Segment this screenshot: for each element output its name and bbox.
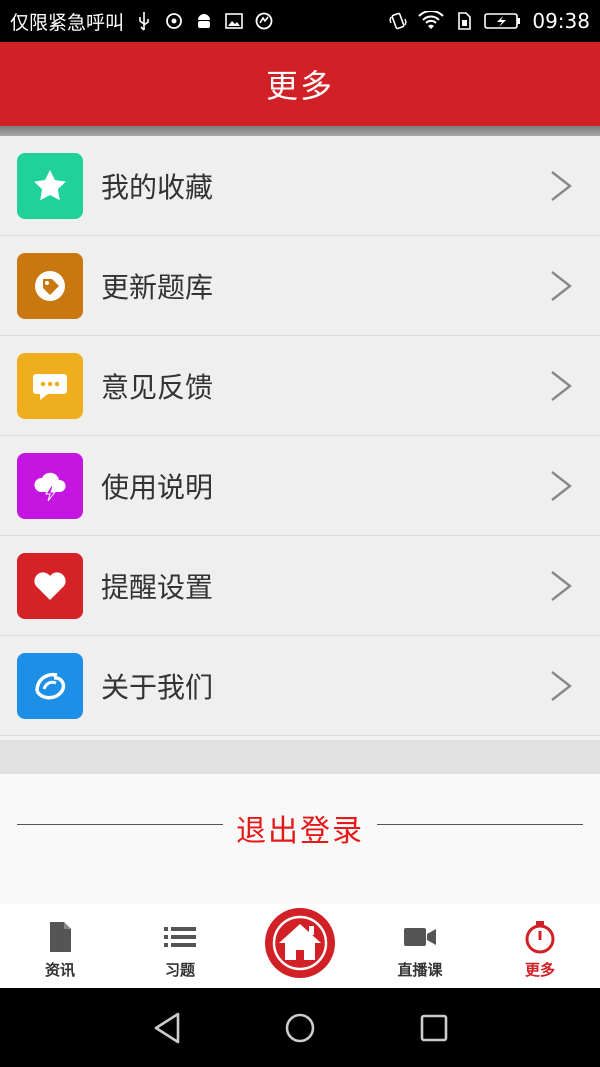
tab-exercises[interactable]: 习题	[120, 904, 240, 988]
chevron-right-icon	[551, 271, 572, 301]
carrier-text: 仅限紧急呼叫	[10, 11, 125, 34]
tab-label: 习题	[164, 961, 195, 979]
menu-item-label: 我的收藏	[101, 170, 214, 204]
menu-item-label: 意见反馈	[101, 370, 214, 404]
page-title: 更多	[265, 67, 334, 105]
menu-item-update-question-bank[interactable]: 更新题库	[0, 236, 600, 336]
battery-charging-icon	[484, 11, 522, 31]
section-divider	[0, 740, 600, 774]
home-button[interactable]	[265, 908, 335, 978]
video-camera-icon	[404, 928, 436, 946]
chevron-right-icon	[551, 371, 572, 401]
usb-icon	[134, 11, 154, 31]
sim-icon	[454, 11, 474, 31]
tab-label: 直播课	[397, 961, 443, 979]
menu-item-feedback[interactable]: 意见反馈	[0, 336, 600, 436]
android-icon	[194, 11, 214, 31]
tab-live-courses[interactable]: 直播课	[360, 904, 480, 988]
logout-button[interactable]: 退出登录	[0, 806, 600, 850]
stopwatch-icon	[525, 921, 555, 954]
menu-item-favorites[interactable]: 我的收藏	[0, 136, 600, 236]
logout-area: 退出登录	[0, 774, 600, 904]
menu-item-reminder-settings[interactable]: 提醒设置	[0, 536, 600, 636]
wifi-icon	[418, 11, 445, 31]
tab-label: 资讯	[44, 961, 75, 979]
app-header: 更多	[0, 42, 600, 126]
status-bar: 仅限紧急呼叫 09:38	[0, 0, 600, 42]
recents-icon[interactable]	[416, 1010, 452, 1046]
home-circle-icon[interactable]	[282, 1010, 318, 1046]
document-icon	[50, 922, 71, 952]
list-icon	[164, 927, 196, 947]
cloud-bolt-icon	[17, 452, 83, 519]
menu-item-label: 使用说明	[101, 470, 214, 504]
menu-item-label: 提醒设置	[101, 570, 214, 604]
image-icon	[224, 11, 244, 31]
back-icon[interactable]	[150, 1010, 186, 1046]
menu-item-about-us[interactable]: 关于我们	[0, 636, 600, 736]
tag-icon	[17, 252, 83, 319]
menu-list: 我的收藏 更新题库 意见反馈 使用说明 提醒设置 关于我们	[0, 136, 600, 736]
vibrate-icon	[388, 11, 408, 31]
header-shadow	[0, 126, 600, 136]
tab-label: 更多	[524, 961, 555, 979]
logo-swirl-icon	[17, 652, 83, 719]
star-icon	[17, 152, 83, 219]
chevron-right-icon	[551, 671, 572, 701]
tab-more[interactable]: 更多	[480, 904, 600, 988]
location-icon	[164, 11, 184, 31]
clock-text: 09:38	[532, 9, 590, 33]
chevron-right-icon	[551, 571, 572, 601]
heart-icon	[17, 552, 83, 619]
menu-item-label: 关于我们	[101, 670, 214, 704]
home-icon	[272, 915, 328, 971]
menu-item-instructions[interactable]: 使用说明	[0, 436, 600, 536]
system-nav-bar	[0, 988, 600, 1067]
chevron-right-icon	[551, 171, 572, 201]
tab-news[interactable]: 资讯	[0, 904, 120, 988]
chevron-right-icon	[551, 471, 572, 501]
chat-bubble-icon	[17, 352, 83, 419]
sync-icon	[254, 11, 274, 31]
menu-item-label: 更新题库	[101, 270, 214, 304]
